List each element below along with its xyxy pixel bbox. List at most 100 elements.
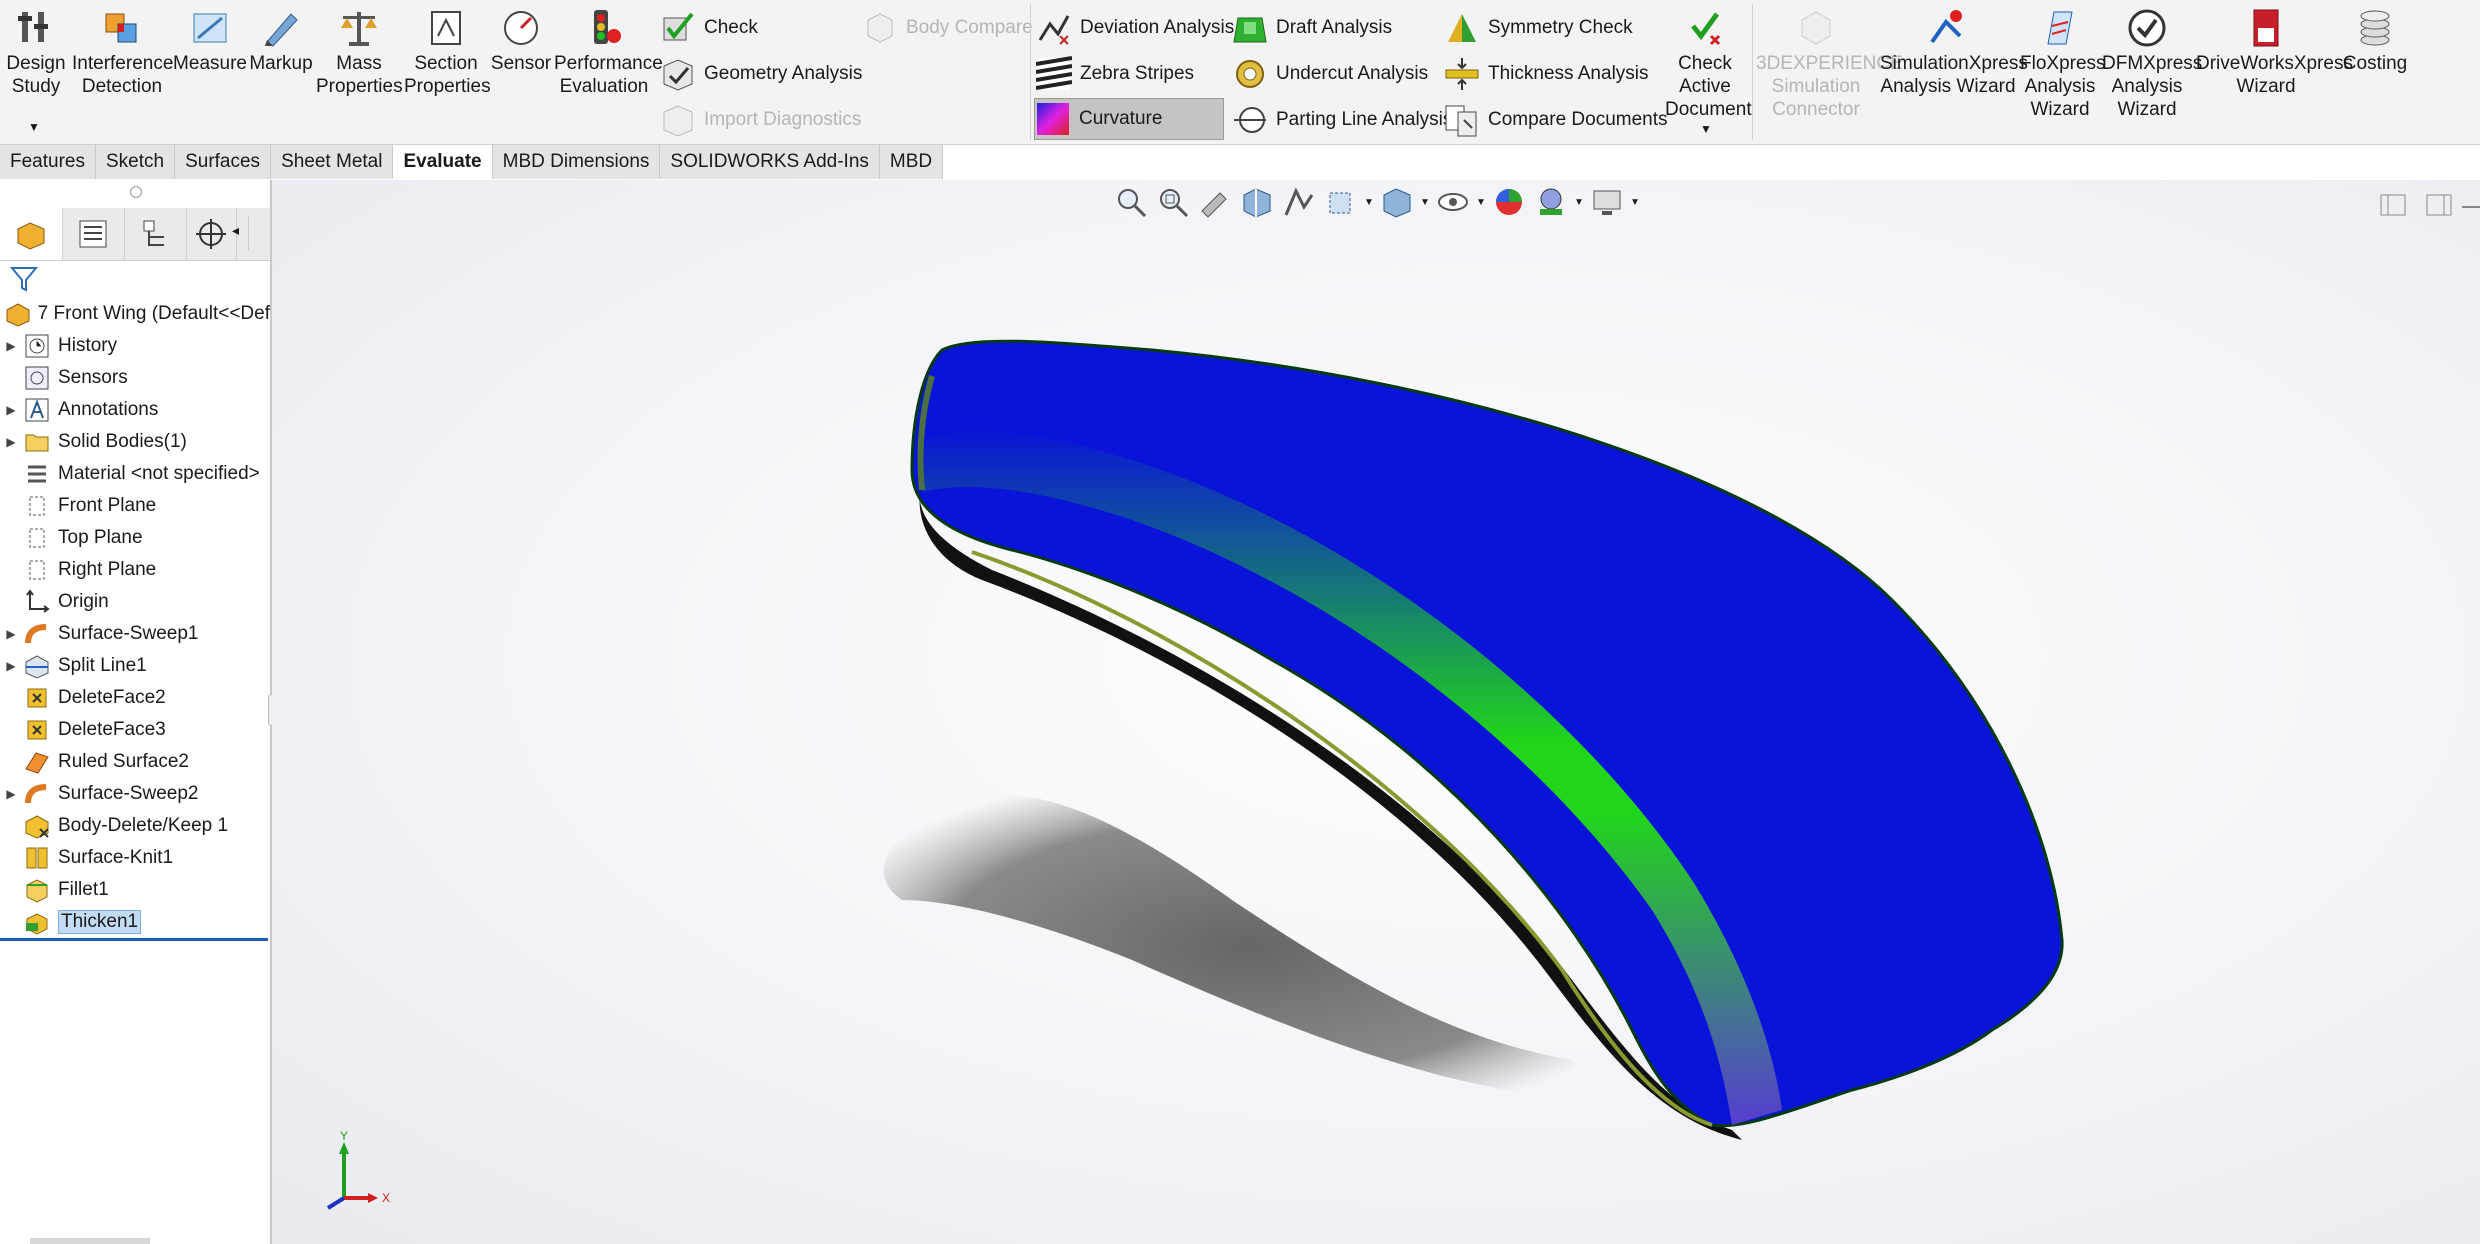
compare-documents-label: Compare Documents (1488, 109, 1668, 130)
display-manager-tab[interactable] (248, 216, 269, 250)
check-active-document-button[interactable]: Check Active Document (1660, 6, 1752, 121)
markup-button[interactable]: Markup (248, 6, 314, 75)
sensors-icon (22, 364, 52, 392)
measure-button[interactable]: Measure (173, 6, 247, 75)
expand-arrow-icon[interactable]: ▶ (0, 403, 22, 417)
coordinate-triad: Y X (326, 1130, 390, 1210)
draft-analysis-label: Draft Analysis (1276, 17, 1393, 38)
sensor-button[interactable]: Sensor (490, 6, 552, 75)
mass-properties-button[interactable]: Mass Properties (316, 6, 403, 98)
dfmxpress-label: DFMXpress Analysis Wizard (2102, 53, 2203, 120)
tree-item-history[interactable]: ▶ History (0, 330, 270, 362)
tree-item-annotations[interactable]: ▶ Annotations (0, 394, 270, 426)
expand-arrow-icon[interactable]: ▶ (0, 787, 22, 801)
zebra-stripes-button[interactable]: Zebra Stripes (1036, 54, 1194, 94)
design-study-button[interactable]: Design Study (6, 6, 66, 98)
simulationxpress-label: SimulationXpress Analysis Wizard (1880, 53, 2028, 97)
body-delete-icon (22, 812, 52, 840)
tree-item-label: Thicken1 (58, 910, 142, 934)
crosshair-icon (196, 219, 226, 249)
mass-properties-label: Mass Properties (316, 53, 403, 97)
tree-item-solid-bodies[interactable]: ▶ Solid Bodies(1) (0, 426, 270, 458)
draft-analysis-button[interactable]: Draft Analysis (1232, 8, 1392, 48)
tab-solidworks-add-ins[interactable]: SOLIDWORKS Add-Ins (660, 145, 880, 179)
tree-item-surface-sweep2[interactable]: ▶ Surface-Sweep2 (0, 778, 270, 810)
delete-face-icon (22, 684, 52, 712)
tree-item-thicken1[interactable]: Thicken1 (0, 906, 270, 938)
section-properties-button[interactable]: Section Properties (404, 6, 491, 98)
rollback-bar[interactable] (0, 938, 268, 941)
floxpress-button[interactable]: FloXpress Analysis Wizard (2020, 6, 2106, 121)
material-icon (22, 460, 52, 488)
tree-item-material[interactable]: Material <not specified> (0, 458, 270, 490)
simulation-connector-button[interactable]: 3DEXPERIENCE Simulation Connector (1756, 6, 1903, 121)
simulationxpress-button[interactable]: SimulationXpress Analysis Wizard (1880, 6, 2028, 98)
model-view[interactable] (272, 180, 2480, 1244)
tree-item-front-plane[interactable]: Front Plane (0, 490, 270, 522)
tree-item-ruled-surface2[interactable]: Ruled Surface2 (0, 746, 270, 778)
thickness-analysis-button[interactable]: Thickness Analysis (1444, 54, 1649, 94)
tab-surfaces[interactable]: Surfaces (175, 145, 272, 179)
tab-mbd[interactable]: MBD (879, 145, 944, 179)
dfmxpress-button[interactable]: DFMXpress Analysis Wizard (2102, 6, 2203, 121)
curvature-icon (1037, 103, 1069, 135)
triad-x-label: X (382, 1191, 390, 1205)
property-manager-tab[interactable] (62, 208, 125, 260)
property-list-icon (79, 220, 107, 248)
expand-arrow-icon[interactable]: ▶ (0, 435, 22, 449)
sensor-gauge-icon (504, 11, 538, 45)
tree-item-label: Right Plane (58, 559, 157, 580)
origin-icon (22, 588, 52, 616)
undercut-analysis-label: Undercut Analysis (1276, 63, 1429, 84)
import-diagnostics-button[interactable]: Import Diagnostics (660, 100, 861, 140)
tab-sketch[interactable]: Sketch (95, 145, 176, 179)
tree-item-deleteface2[interactable]: DeleteFace2 (0, 682, 270, 714)
compare-documents-button[interactable]: Compare Documents (1444, 100, 1668, 140)
sweep-icon (22, 780, 52, 808)
tree-item-fillet1[interactable]: Fillet1 (0, 874, 270, 906)
interference-detection-button[interactable]: Interference Detection (72, 6, 173, 98)
feature-manager-tab[interactable] (0, 208, 63, 260)
tree-item-surface-knit1[interactable]: Surface-Knit1 (0, 842, 270, 874)
curvature-button[interactable]: Curvature (1034, 98, 1224, 140)
performance-evaluation-button[interactable]: Performance Evaluation (554, 6, 663, 98)
tab-evaluate[interactable]: Evaluate (393, 145, 493, 179)
tree-item-right-plane[interactable]: Right Plane (0, 554, 270, 586)
tree-item-split-line1[interactable]: ▶ Split Line1 (0, 650, 270, 682)
parting-line-analysis-button[interactable]: Parting Line Analysis (1232, 100, 1452, 140)
tab-sheet-metal[interactable]: Sheet Metal (271, 145, 394, 179)
expand-arrow-icon[interactable]: ▶ (0, 339, 22, 353)
tree-item-top-plane[interactable]: Top Plane (0, 522, 270, 554)
configuration-manager-tab[interactable] (124, 208, 187, 260)
thickness-analysis-label: Thickness Analysis (1488, 63, 1649, 84)
section-properties-icon (431, 11, 461, 45)
tab-mbd-dimensions[interactable]: MBD Dimensions (492, 145, 661, 179)
tree-root[interactable]: 7 Front Wing (Default<<Def (0, 298, 270, 330)
panel-tabs-scroll-left-icon[interactable]: ◂ (232, 222, 239, 239)
check-button[interactable]: Check (660, 8, 758, 48)
design-study-dropdown-icon[interactable]: ▼ (28, 120, 40, 134)
tree-item-origin[interactable]: Origin (0, 586, 270, 618)
configuration-icon (143, 220, 164, 246)
tree-item-surface-sweep1[interactable]: ▶ Surface-Sweep1 (0, 618, 270, 650)
expand-arrow-icon[interactable]: ▶ (0, 627, 22, 641)
symmetry-check-button[interactable]: Symmetry Check (1444, 8, 1633, 48)
tree-item-label: History (58, 335, 118, 356)
expand-arrow-icon[interactable]: ▶ (0, 659, 22, 673)
dimxpert-manager-tab[interactable] (186, 208, 237, 260)
tab-features[interactable]: Features (0, 145, 96, 179)
driveworksxpress-button[interactable]: DriveWorksXpress Wizard (2196, 6, 2353, 98)
tree-item-deleteface3[interactable]: DeleteFace3 (0, 714, 270, 746)
graphics-area[interactable]: ▼ ▼ ▼ ▼ ▼ Y X (272, 180, 2480, 1244)
undercut-analysis-button[interactable]: Undercut Analysis (1232, 54, 1428, 94)
deviation-analysis-button[interactable]: Deviation Analysis (1036, 8, 1234, 48)
check-active-document-dropdown-icon[interactable]: ▼ (1700, 122, 1712, 136)
panel-grip-icon[interactable] (130, 186, 142, 198)
tree-item-sensors[interactable]: Sensors (0, 362, 270, 394)
costing-button[interactable]: Costing (2340, 6, 2410, 75)
geometry-analysis-button[interactable]: Geometry Analysis (660, 54, 862, 94)
tree-item-body-delete-keep[interactable]: Body-Delete/Keep 1 (0, 810, 270, 842)
filter-icon[interactable] (9, 264, 39, 297)
panel-scrollbar[interactable] (30, 1238, 150, 1244)
body-compare-button[interactable]: Body Compare (862, 8, 1033, 48)
